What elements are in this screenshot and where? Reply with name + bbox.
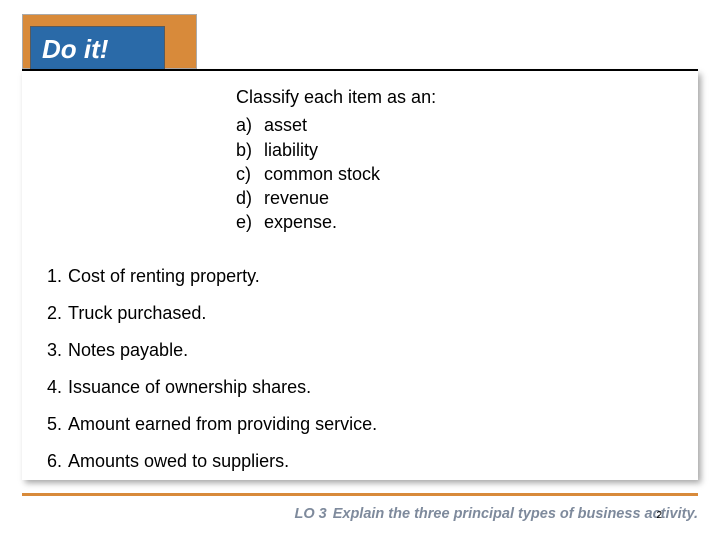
prompt-instruction: Classify each item as an: [236,85,436,109]
option-letter: c) [236,162,258,186]
option-letter: a) [236,113,258,137]
option-row: a) asset [236,113,436,137]
questions-list: 1. Cost of renting property. 2. Truck pu… [42,267,377,489]
question-text: Amounts owed to suppliers. [68,452,289,470]
question-number: 2. [42,304,62,322]
question-text: Amount earned from providing service. [68,415,377,433]
option-row: d) revenue [236,186,436,210]
question-row: 1. Cost of renting property. [42,267,377,285]
prompt-block: Classify each item as an: a) asset b) li… [236,85,436,235]
question-number: 5. [42,415,62,433]
question-row: 3. Notes payable. [42,341,377,359]
question-row: 5. Amount earned from providing service. [42,415,377,433]
question-row: 4. Issuance of ownership shares. [42,378,377,396]
option-row: c) common stock [236,162,436,186]
do-it-badge: Do it! [30,26,165,72]
option-text: asset [264,113,307,137]
option-text: expense. [264,210,337,234]
option-letter: b) [236,138,258,162]
option-letter: d) [236,186,258,210]
question-row: 6. Amounts owed to suppliers. [42,452,377,470]
content-card: Classify each item as an: a) asset b) li… [22,71,698,480]
option-text: revenue [264,186,329,210]
page-number: 2 [656,510,662,521]
question-number: 6. [42,452,62,470]
question-number: 4. [42,378,62,396]
question-text: Notes payable. [68,341,188,359]
option-text: common stock [264,162,380,186]
lo-desc: Explain the three principal types of bus… [333,506,698,522]
do-it-text: Do it! [42,34,109,64]
question-number: 1. [42,267,62,285]
question-row: 2. Truck purchased. [42,304,377,322]
option-letter: e) [236,210,258,234]
options-list: a) asset b) liability c) common stock d)… [236,113,436,234]
option-row: e) expense. [236,210,436,234]
question-text: Issuance of ownership shares. [68,378,311,396]
question-text: Cost of renting property. [68,267,260,285]
question-text: Truck purchased. [68,304,206,322]
bottom-rule [22,493,698,496]
option-row: b) liability [236,138,436,162]
question-number: 3. [42,341,62,359]
footer-text: LO 3 Explain the three principal types o… [294,506,698,522]
option-text: liability [264,138,318,162]
lo-label: LO 3 [294,506,326,522]
